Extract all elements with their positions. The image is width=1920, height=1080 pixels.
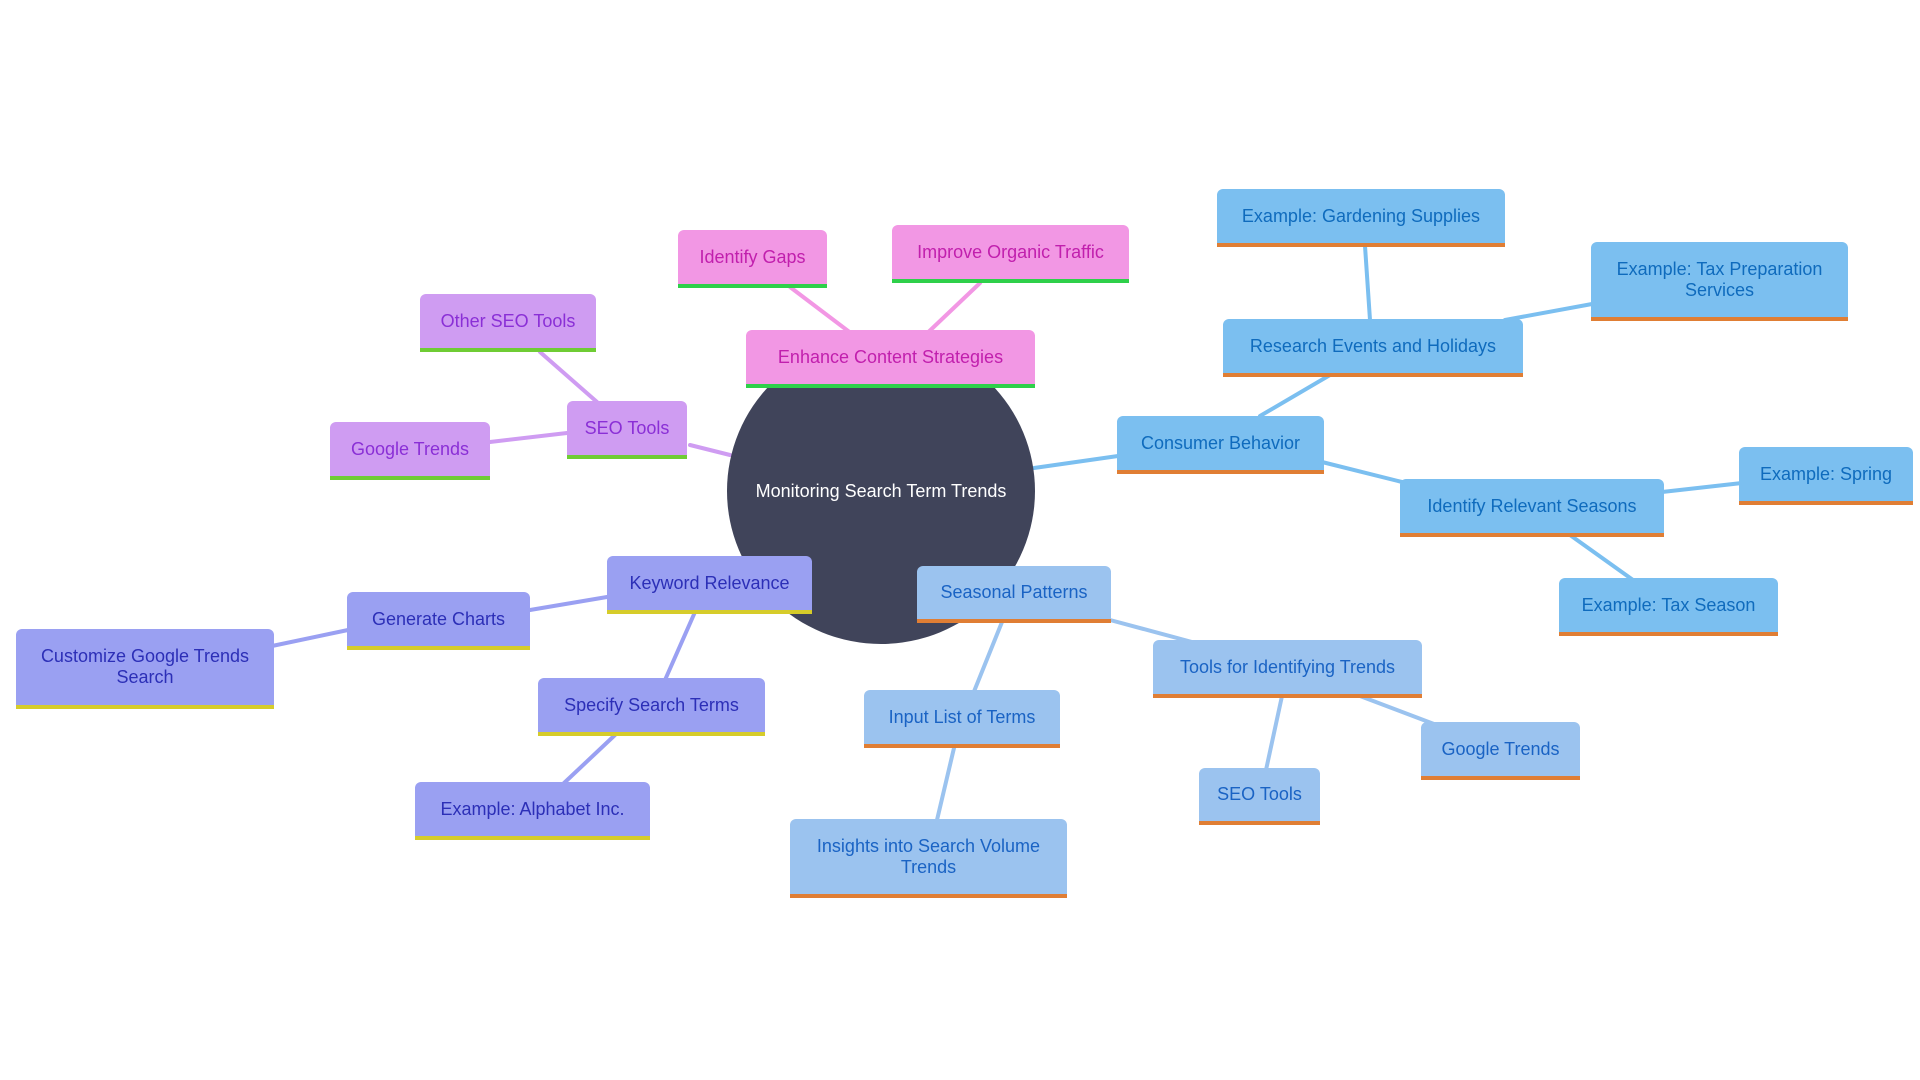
node-improve-organic-traffic[interactable]: Improve Organic Traffic	[892, 225, 1129, 283]
edge	[488, 431, 569, 444]
edge	[1108, 618, 1194, 644]
edge	[1258, 373, 1332, 418]
node-example-alphabet[interactable]: Example: Alphabet Inc.	[415, 782, 650, 840]
edge	[561, 733, 617, 786]
edge	[1320, 460, 1404, 484]
node-customize-google-trends-search[interactable]: Customize Google Trends Search	[16, 629, 274, 709]
edge	[1363, 244, 1372, 322]
edge	[1032, 454, 1120, 470]
node-keyword-relevance[interactable]: Keyword Relevance	[607, 556, 812, 614]
node-input-list-of-terms[interactable]: Input List of Terms	[864, 690, 1060, 748]
edge	[1503, 302, 1594, 322]
node-example-spring[interactable]: Example: Spring	[1739, 447, 1913, 505]
edge	[1568, 533, 1635, 582]
node-seo-tools[interactable]: SEO Tools	[567, 401, 687, 459]
edge	[688, 443, 732, 457]
node-insights-search-volume[interactable]: Insights into Search Volume Trends	[790, 819, 1067, 898]
node-other-seo-tools[interactable]: Other SEO Tools	[420, 294, 596, 352]
node-specify-search-terms[interactable]: Specify Search Terms	[538, 678, 765, 736]
node-generate-charts[interactable]: Generate Charts	[347, 592, 530, 650]
edge	[935, 746, 956, 822]
edge	[971, 620, 1004, 696]
edge	[1358, 694, 1436, 726]
root-label: Monitoring Search Term Trends	[755, 480, 1007, 501]
node-google-trends-seasonal[interactable]: Google Trends	[1421, 722, 1580, 780]
node-example-gardening[interactable]: Example: Gardening Supplies	[1217, 189, 1505, 247]
node-research-events[interactable]: Research Events and Holidays	[1223, 319, 1523, 377]
node-example-tax-prep[interactable]: Example: Tax Preparation Services	[1591, 242, 1848, 321]
node-seo-tools-seasonal[interactable]: SEO Tools	[1199, 768, 1320, 825]
node-consumer-behavior[interactable]: Consumer Behavior	[1117, 416, 1324, 474]
node-google-trends-seo[interactable]: Google Trends	[330, 422, 490, 480]
edge	[1264, 694, 1284, 772]
node-enhance-content-strategies[interactable]: Enhance Content Strategies	[746, 330, 1035, 388]
edge	[270, 628, 350, 648]
node-tools-identifying-trends[interactable]: Tools for Identifying Trends	[1153, 640, 1422, 698]
edge	[1660, 481, 1744, 494]
edge	[538, 350, 599, 404]
node-example-tax-season[interactable]: Example: Tax Season	[1559, 578, 1778, 636]
node-seasonal-patterns[interactable]: Seasonal Patterns	[917, 566, 1111, 623]
node-identify-gaps[interactable]: Identify Gaps	[678, 230, 827, 288]
node-identify-relevant-seasons[interactable]: Identify Relevant Seasons	[1400, 479, 1664, 537]
edge	[528, 595, 609, 612]
edge	[663, 610, 697, 682]
